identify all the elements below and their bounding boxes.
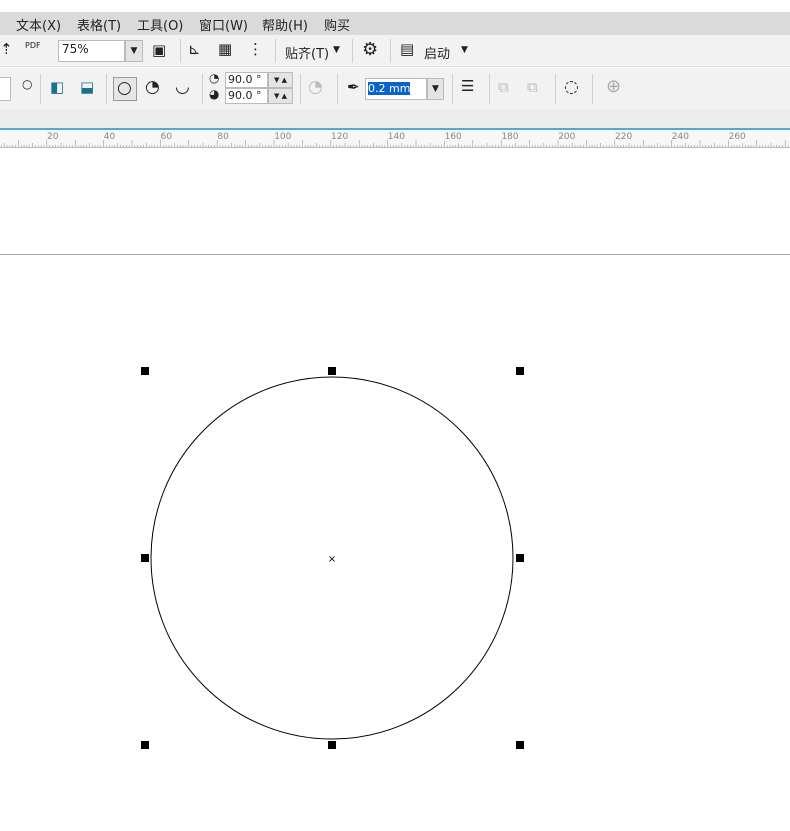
- drawing-canvas[interactable]: ×: [0, 0, 790, 831]
- selection-handle[interactable]: [516, 741, 524, 749]
- selection-handle[interactable]: [141, 741, 149, 749]
- center-marker-icon: ×: [328, 554, 336, 565]
- selection-handle[interactable]: [516, 554, 524, 562]
- selection-handle[interactable]: [141, 367, 149, 375]
- selection-handle[interactable]: [328, 367, 336, 375]
- selection-handle[interactable]: [141, 554, 149, 562]
- selection-handle[interactable]: [516, 367, 524, 375]
- selection-handle[interactable]: [328, 741, 336, 749]
